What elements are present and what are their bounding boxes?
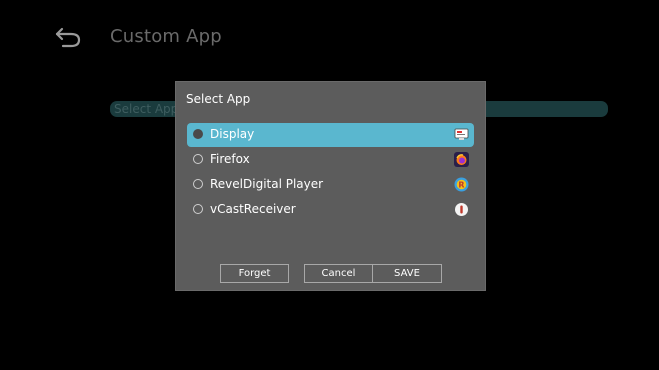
vcast-icon [454,202,469,217]
firefox-icon [454,152,469,167]
option-display[interactable]: Display [187,123,474,147]
option-label: Display [210,127,255,141]
svg-text:R: R [458,181,464,190]
cancel-button[interactable]: Cancel [304,264,373,283]
page-title: Custom App [110,26,222,47]
option-reveldigital-player[interactable]: RevelDigital Player R [187,173,474,197]
radio-button[interactable] [193,179,203,189]
option-label: Firefox [210,152,250,166]
reveldigital-icon: R [454,177,469,192]
select-app-field-label: Select App [114,102,179,116]
option-vcastreceiver[interactable]: vCastReceiver [187,198,474,222]
radio-button[interactable] [193,129,203,139]
save-button[interactable]: SAVE [372,264,442,283]
dialog-title: Select App [186,92,251,106]
radio-button[interactable] [193,154,203,164]
option-label: vCastReceiver [210,202,296,216]
display-app-icon [454,127,469,142]
select-app-dialog: Select App Display Firefox RevelDigital … [175,81,486,291]
forget-button[interactable]: Forget [220,264,289,283]
back-arrow-icon[interactable] [55,25,83,49]
option-firefox[interactable]: Firefox [187,148,474,172]
radio-button[interactable] [193,204,203,214]
option-label: RevelDigital Player [210,177,324,191]
